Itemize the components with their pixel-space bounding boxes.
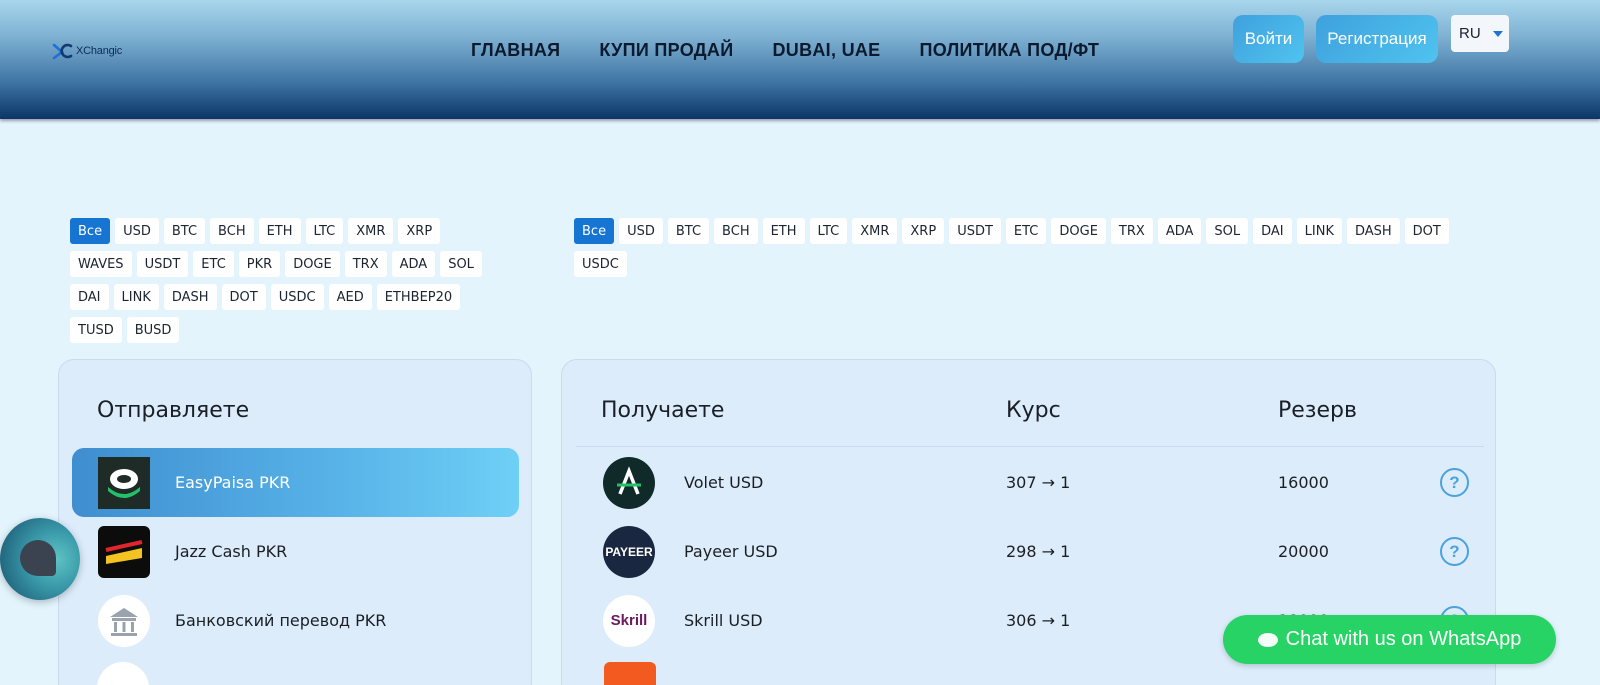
language-select[interactable]: RU [1451,15,1509,52]
send-filter-chip-usd[interactable]: USD [115,218,159,244]
reserve-amount: 20000 [1278,542,1329,561]
receive-currency-filters: Все USD BTC BCH ETH LTC XMR XRP USDT ETC DOGE TRX AD… [574,218,1474,284]
send-filter-chip-doge[interactable]: DOGE [285,251,340,277]
volet-icon [603,456,655,509]
send-filter-chip-xrp[interactable]: XRP [398,218,441,244]
whatsapp-chat-button[interactable]: Chat with us on WhatsApp [1223,615,1556,664]
main-nav: ГЛАВНАЯ КУПИ ПРОДАЙ DUBAI, UAE ПОЛИТИКА … [471,40,1138,61]
send-filter-chip-все[interactable]: Все [70,218,111,244]
send-filter-chip-waves[interactable]: WAVES [70,251,132,277]
logo-text: XChangic [76,45,123,57]
logo[interactable]: XChangic [52,42,122,60]
receive-filter-chip-trx[interactable]: TRX [1110,218,1153,244]
send-filter-chip-usdc[interactable]: USDC [270,284,324,310]
send-item-label: Банковский перевод PKR [175,611,387,630]
live-chat-button[interactable] [0,518,80,600]
send-item-label: EasyPaisa PKR [175,473,291,492]
receive-panel-title: Получаете [601,398,725,423]
send-filter-chip-ada[interactable]: ADA [391,251,436,277]
receive-filter-chip-ada[interactable]: ADA [1157,218,1202,244]
receive-item-volet[interactable]: Volet USD 307 → 1 16000 ? [576,448,1484,517]
receive-filter-chip-eth[interactable]: ETH [762,218,805,244]
login-button[interactable]: Войти [1233,15,1304,63]
nav-item-aml-policy[interactable]: ПОЛИТИКА ПОД/ФТ [919,40,1099,61]
skrill-icon: Skrill [603,594,655,647]
receive-item-payeer[interactable]: PAYEER Payeer USD 298 → 1 20000 ? [576,517,1484,586]
exchange-rate: 306 → 1 [1006,611,1071,630]
chevron-down-icon [1492,30,1503,37]
nav-item-home[interactable]: ГЛАВНАЯ [471,40,560,61]
receive-item-label: Volet USD [684,473,764,492]
receive-filter-chip-bch[interactable]: BCH [714,218,758,244]
receive-filter-chip-dai[interactable]: DAI [1253,218,1292,244]
nav-item-buy-sell[interactable]: КУПИ ПРОДАЙ [599,40,733,61]
send-filter-chip-link[interactable]: LINK [113,284,159,310]
send-item-easypaisa[interactable]: EasyPaisa PKR [72,448,519,517]
send-filter-chip-eth[interactable]: ETH [258,218,301,244]
jazzcash-icon [98,525,150,578]
receive-filter-chip-etc[interactable]: ETC [1005,218,1047,244]
send-filter-chip-tusd[interactable]: TUSD [70,317,122,343]
receive-filter-chip-link[interactable]: LINK [1296,218,1342,244]
receive-item-label: Skrill USD [684,611,763,630]
xchangic-logo-icon [52,43,73,60]
chat-icon [20,540,56,576]
send-filter-chip-ltc[interactable]: LTC [305,218,344,244]
receive-item-label: Payeer USD [684,542,778,561]
send-filter-chip-aed[interactable]: AED [328,284,372,310]
send-panel: Отправляете EasyPaisa PKR Jazz Cash PKR [58,359,532,685]
language-value: RU [1459,25,1481,42]
exchange-rate: 307 → 1 [1006,473,1071,492]
send-item-label: Jazz Cash PKR [175,542,288,561]
send-filter-chip-xmr[interactable]: XMR [348,218,394,244]
payment-method-icon [97,662,149,685]
send-filter-chip-dai[interactable]: DAI [70,284,109,310]
send-panel-title: Отправляете [97,398,250,423]
receive-filter-chip-xmr[interactable]: XMR [852,218,898,244]
receive-filter-chip-btc[interactable]: BTC [667,218,710,244]
receive-filter-chip-usdc[interactable]: USDC [574,251,627,277]
send-item-jazzcash[interactable]: Jazz Cash PKR [72,517,519,586]
bank-icon [98,594,150,647]
send-filter-chip-dot[interactable]: DOT [221,284,266,310]
site-header: XChangic ГЛАВНАЯ КУПИ ПРОДАЙ DUBAI, UAE … [0,0,1600,119]
easypaisa-icon [98,456,150,509]
receive-filter-chip-doge[interactable]: DOGE [1051,218,1106,244]
payeer-icon: PAYEER [603,525,655,578]
help-icon[interactable]: ? [1440,537,1469,566]
nav-item-dubai[interactable]: DUBAI, UAE [772,40,880,61]
send-filter-chip-ethbep20[interactable]: ETHBEP20 [376,284,461,310]
whatsapp-label: Chat with us on WhatsApp [1285,628,1522,650]
reserve-amount: 16000 [1278,473,1329,492]
send-filter-chip-sol[interactable]: SOL [440,251,482,277]
send-filter-chip-usdt[interactable]: USDT [136,251,189,277]
rate-column-header: Курс [1006,398,1061,423]
send-item-bank-transfer[interactable]: Банковский перевод PKR [72,586,519,655]
payment-method-icon [604,662,656,685]
whatsapp-icon [1257,632,1278,647]
send-filter-chip-pkr[interactable]: PKR [238,251,281,277]
receive-filter-chip-все[interactable]: Все [574,218,615,244]
receive-filter-chip-dash[interactable]: DASH [1346,218,1400,244]
send-filter-chip-etc[interactable]: ETC [193,251,234,277]
receive-filter-chip-usd[interactable]: USD [619,218,663,244]
receive-filter-chip-dot[interactable]: DOT [1404,218,1449,244]
payeer-logo-text: PAYEER [605,544,653,559]
send-filter-chip-bch[interactable]: BCH [210,218,254,244]
receive-filter-chip-sol[interactable]: SOL [1206,218,1249,244]
register-button[interactable]: Регистрация [1316,15,1438,63]
send-currency-filters: Все USD BTC BCH ETH LTC XMR XRP WAVES USDT ETC PKR D… [70,218,510,350]
receive-filter-chip-ltc[interactable]: LTC [809,218,848,244]
skrill-logo-text: Skrill [610,612,648,629]
help-icon[interactable]: ? [1440,468,1469,497]
receive-filter-chip-usdt[interactable]: USDT [949,218,1001,244]
send-filter-chip-btc[interactable]: BTC [163,218,206,244]
header-divider [576,446,1484,447]
reserve-column-header: Резерв [1278,398,1357,423]
send-filter-chip-dash[interactable]: DASH [163,284,217,310]
send-filter-chip-trx[interactable]: TRX [344,251,387,277]
exchange-rate: 298 → 1 [1006,542,1071,561]
send-filter-chip-busd[interactable]: BUSD [126,317,180,343]
receive-filter-chip-xrp[interactable]: XRP [902,218,945,244]
